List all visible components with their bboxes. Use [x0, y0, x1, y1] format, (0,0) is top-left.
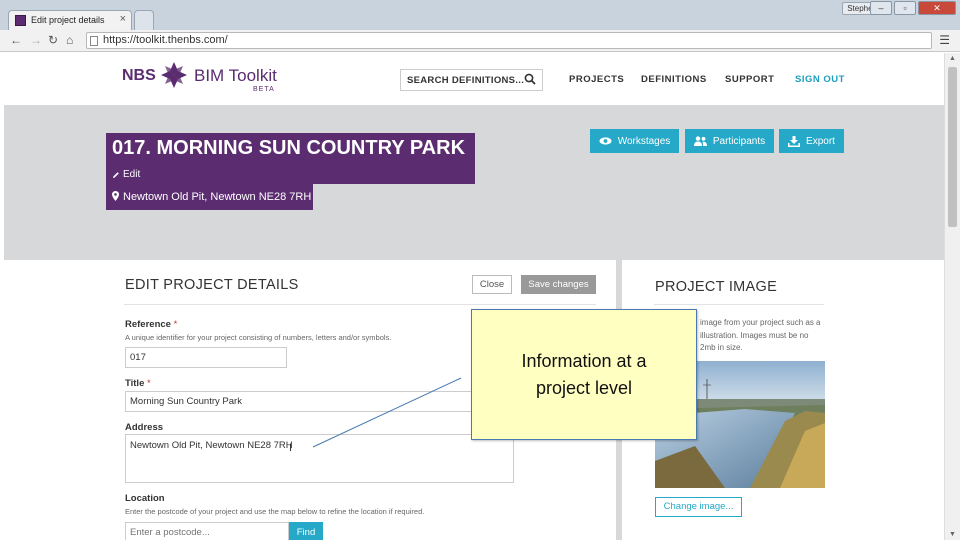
address-textarea[interactable]: Newtown Old Pit, Newtown NE28 7RH: [125, 434, 514, 483]
scroll-thumb[interactable]: [948, 67, 957, 227]
scroll-down-icon[interactable]: ▼: [949, 531, 956, 538]
tab-title: Edit project details: [31, 15, 105, 25]
browser-titlebar: Edit project details × Stephen – ▫ ✕: [0, 0, 960, 30]
browser-menu-icon[interactable]: ☰: [939, 33, 950, 47]
project-title: 017. MORNING SUN COUNTRY PARK: [112, 137, 466, 159]
close-button[interactable]: Close: [472, 275, 512, 294]
find-button[interactable]: Find: [289, 522, 323, 540]
browser-tab[interactable]: Edit project details ×: [8, 10, 132, 30]
nav-sign-out[interactable]: SIGN OUT: [795, 74, 845, 85]
image-description: image from your project such as a illust…: [700, 318, 821, 352]
eye-icon: [599, 137, 612, 145]
download-icon: [788, 135, 801, 147]
postcode-input[interactable]: [125, 522, 289, 540]
forward-arrow-icon[interactable]: →: [30, 33, 42, 47]
scroll-up-icon[interactable]: ▲: [949, 55, 956, 62]
project-address-box: Newtown Old Pit, Newtown NE28 7RH: [106, 184, 313, 210]
reload-icon[interactable]: ↻: [48, 33, 58, 47]
export-label: Export: [806, 135, 835, 147]
participants-label: Participants: [712, 135, 766, 147]
title-label: Title *: [125, 378, 151, 389]
project-edit-link[interactable]: Edit: [112, 169, 140, 180]
window-close-icon[interactable]: ✕: [918, 1, 956, 15]
address-label: Address: [125, 422, 164, 433]
window-controls: – ▫ ✕: [870, 1, 956, 15]
page-icon: [90, 36, 98, 46]
export-button[interactable]: Export: [779, 129, 844, 153]
divider: [654, 304, 824, 305]
site-header: NBS BIM Toolkit BETA SEARCH DEFINITIONS.…: [4, 53, 944, 105]
save-changes-button[interactable]: Save changes: [521, 275, 596, 294]
logo-beta-tag: BETA: [253, 86, 275, 93]
edit-panel-heading: EDIT PROJECT DETAILS: [125, 277, 299, 293]
logo-nbs[interactable]: NBS: [122, 67, 156, 85]
project-title-box: 017. MORNING SUN COUNTRY PARK Edit: [106, 133, 475, 184]
home-icon[interactable]: ⌂: [66, 33, 73, 47]
change-image-button[interactable]: Change image...: [655, 497, 742, 517]
required-mark: *: [173, 319, 178, 330]
location-label: Location: [125, 493, 165, 504]
nav-support[interactable]: SUPPORT: [725, 74, 774, 85]
nav-projects[interactable]: PROJECTS: [569, 74, 624, 85]
annotation-callout: Information at a project level: [471, 309, 697, 440]
workstages-label: Workstages: [617, 135, 671, 147]
required-mark: *: [147, 378, 151, 389]
page-scrollbar[interactable]: ▲ ▼: [944, 53, 960, 540]
reference-input[interactable]: [125, 347, 287, 368]
participants-button[interactable]: Participants: [685, 129, 774, 153]
minimize-icon[interactable]: –: [870, 1, 892, 15]
people-icon: [693, 136, 707, 146]
search-label: SEARCH DEFINITIONS...: [407, 75, 525, 86]
address-bar[interactable]: https://toolkit.thenbs.com/: [86, 32, 932, 49]
title-input[interactable]: [125, 391, 514, 412]
project-address: Newtown Old Pit, Newtown NE28 7RH: [123, 191, 312, 203]
maximize-icon[interactable]: ▫: [894, 1, 916, 15]
reference-label: Reference *: [125, 319, 177, 330]
search-definitions-input[interactable]: SEARCH DEFINITIONS...: [400, 69, 543, 91]
location-help: Enter the postcode of your project and u…: [125, 507, 425, 516]
edit-label: Edit: [123, 169, 141, 180]
callout-text: Information at a project level: [521, 350, 647, 398]
image-panel-heading: PROJECT IMAGE: [655, 279, 778, 295]
back-arrow-icon[interactable]: ←: [10, 33, 22, 47]
pencil-icon: [113, 171, 119, 178]
nbs-favicon-icon: [15, 15, 26, 26]
logo-product-name[interactable]: BIM Toolkit: [194, 66, 277, 86]
browser-toolbar: ← → ↻ ⌂ https://toolkit.thenbs.com/ ☰: [0, 30, 960, 52]
title-label-text: Title: [125, 378, 145, 389]
search-icon[interactable]: [524, 73, 536, 85]
reference-help: A unique identifier for your project con…: [125, 333, 392, 342]
workstages-button[interactable]: Workstages: [590, 129, 679, 153]
new-tab-button[interactable]: [134, 10, 154, 30]
nav-definitions[interactable]: DEFINITIONS: [641, 74, 707, 85]
address-bar-url: https://toolkit.thenbs.com/: [103, 34, 228, 46]
text-cursor-icon: I: [289, 442, 293, 454]
tab-close-icon[interactable]: ×: [120, 13, 126, 25]
nbs-logo-icon[interactable]: [160, 61, 188, 89]
divider: [124, 304, 596, 305]
project-hero: 017. MORNING SUN COUNTRY PARK Edit Newto…: [4, 105, 944, 260]
map-pin-icon: [112, 191, 119, 201]
reference-label-text: Reference: [125, 319, 171, 330]
